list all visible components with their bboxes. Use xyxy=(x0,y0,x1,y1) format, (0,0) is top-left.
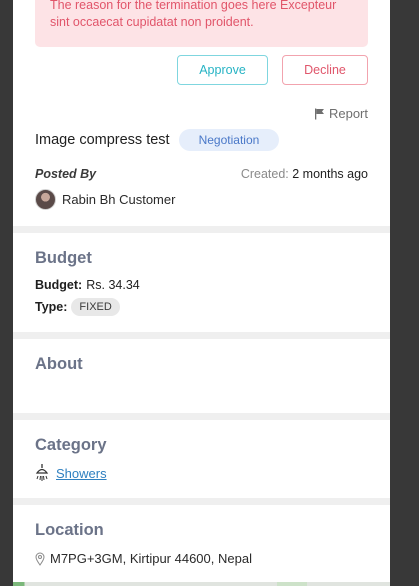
poster-name: Rabin Bh Customer xyxy=(62,192,176,207)
budget-card: Budget Budget: Rs. 34.34 Type: FIXED xyxy=(13,233,390,332)
budget-heading: Budget xyxy=(35,249,92,267)
decline-button[interactable]: Decline xyxy=(282,55,368,85)
budget-value: Rs. 34.34 xyxy=(86,278,140,292)
location-card: Location M7PG+3GM, Kirtipur 44600, Nepal xyxy=(13,505,390,586)
map-preview[interactable] xyxy=(13,582,390,586)
budget-amount-row: Budget: Rs. 34.34 xyxy=(35,278,140,292)
map-pin-icon xyxy=(35,552,45,566)
job-title: Image compress test xyxy=(35,132,170,148)
avatar xyxy=(35,189,56,210)
job-title-row: Image compress test Negotiation xyxy=(35,129,280,151)
category-link[interactable]: Showers xyxy=(56,466,107,481)
report-link[interactable]: Report xyxy=(314,106,368,121)
created-label: Created: xyxy=(240,167,289,181)
job-detail-panel: The reason for the termination goes here… xyxy=(13,0,390,586)
flag-icon xyxy=(314,108,324,119)
report-label: Report xyxy=(328,106,368,121)
category-card: Category Showers xyxy=(13,420,390,498)
status-badge: Negotiation xyxy=(178,129,280,151)
location-address: M7PG+3GM, Kirtipur 44600, Nepal xyxy=(50,551,252,566)
job-summary-card: The reason for the termination goes here… xyxy=(13,0,390,226)
budget-label: Budget: xyxy=(35,278,83,292)
posted-by-label: Posted By xyxy=(35,167,97,181)
type-badge: FIXED xyxy=(71,298,120,316)
created-info: Created: 2 months ago xyxy=(241,167,368,181)
about-card: About xyxy=(13,339,390,413)
category-heading: Category xyxy=(35,436,107,454)
about-heading: About xyxy=(35,355,83,373)
type-label: Type: xyxy=(35,300,68,314)
category-row: Showers xyxy=(35,464,107,482)
budget-type-row: Type: FIXED xyxy=(35,298,120,316)
poster-row[interactable]: Rabin Bh Customer xyxy=(35,189,175,210)
approve-button[interactable]: Approve xyxy=(177,55,268,85)
termination-reason-text: The reason for the termination goes here… xyxy=(50,0,337,29)
shower-icon xyxy=(35,464,49,481)
location-row: M7PG+3GM, Kirtipur 44600, Nepal xyxy=(35,551,252,566)
termination-alert: The reason for the termination goes here… xyxy=(35,0,368,47)
location-heading: Location xyxy=(35,521,104,539)
created-value: 2 months ago xyxy=(292,167,368,181)
